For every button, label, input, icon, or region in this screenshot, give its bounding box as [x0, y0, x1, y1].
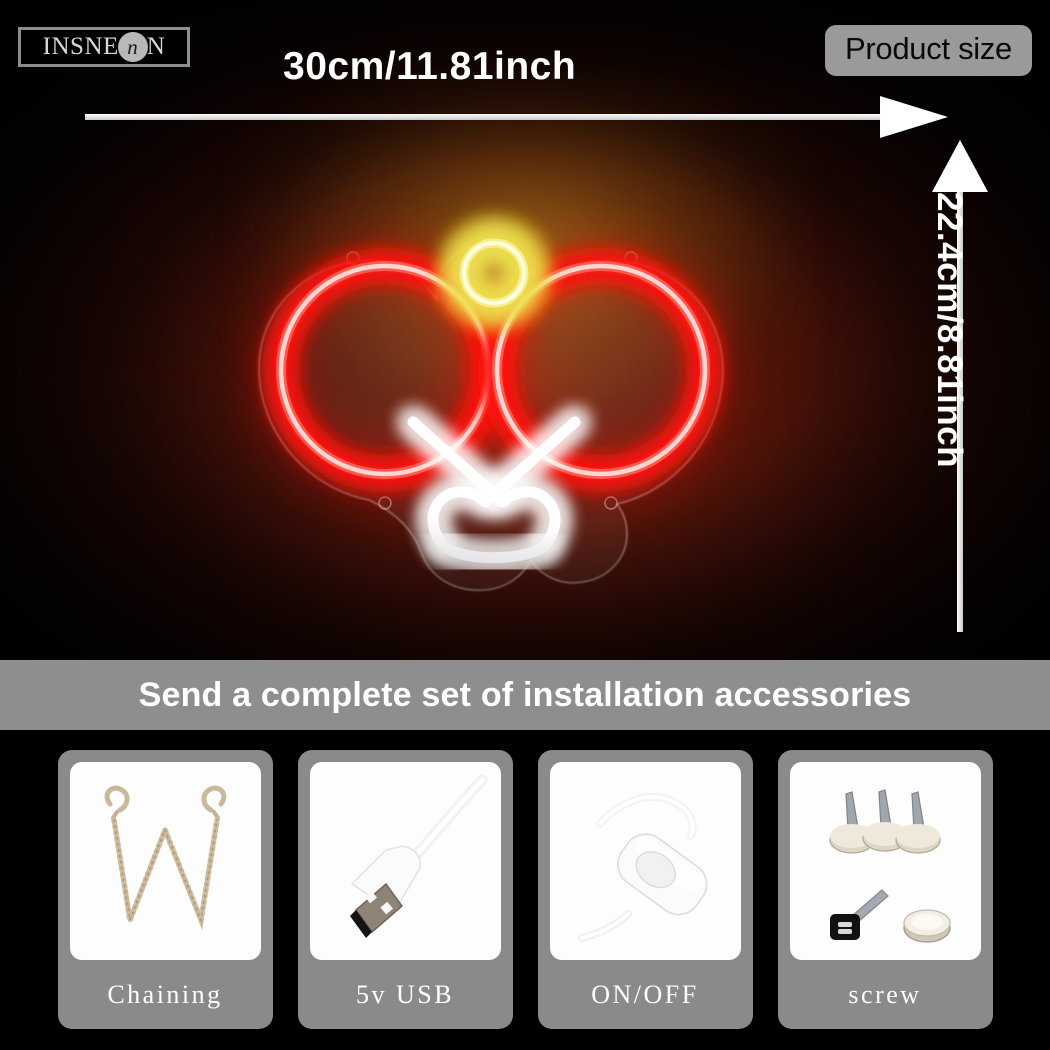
switch-photo [549, 762, 741, 960]
height-arrow-head-icon [932, 140, 988, 192]
accessory-card-chaining[interactable]: Chaining [57, 750, 273, 1029]
accessory-card-screw[interactable]: screw [777, 750, 993, 1029]
accessories-banner-text: Send a complete set of installation acce… [138, 675, 912, 714]
accessory-label-usb: 5v USB [355, 979, 455, 1009]
width-dimension-label: 30cm/11.81inch [283, 45, 577, 88]
brand-logo-prefix: INSNE [42, 33, 119, 60]
accessories-banner: Send a complete set of installation acce… [0, 660, 1050, 730]
product-hero-section: INSNE n N Product size 30cm/11.81inch 22… [0, 0, 1050, 660]
accessory-label-screw: screw [848, 979, 922, 1009]
brand-logo-mark: n [117, 32, 148, 62]
screw-photo [789, 762, 981, 960]
height-dimension-label: 22.4cm/8.81inch [930, 192, 969, 468]
usb-cable-icon [349, 774, 487, 938]
accessory-card-usb[interactable]: 5v USB [297, 750, 513, 1029]
accessories-strip: Chaining 5v USB ON/OFF screw [0, 730, 1050, 1050]
brand-logo-suffix: N [146, 33, 166, 60]
brand-logo: INSNE n N [18, 27, 190, 67]
product-size-badge: Product size [825, 25, 1032, 76]
accessory-label-chaining: Chaining [107, 979, 223, 1009]
chaining-photo [69, 762, 261, 960]
width-arrow-head-icon [880, 96, 948, 138]
product-listing-image: INSNE n N Product size 30cm/11.81inch 22… [0, 0, 1050, 1050]
inline-switch-icon [577, 792, 707, 942]
screws-icon [828, 789, 951, 943]
accessory-card-switch[interactable]: ON/OFF [537, 750, 753, 1029]
usb-photo [309, 762, 501, 960]
width-arrow-shaft [85, 114, 905, 120]
hanging-chain-icon [104, 785, 226, 931]
accessory-label-switch: ON/OFF [591, 979, 699, 1009]
